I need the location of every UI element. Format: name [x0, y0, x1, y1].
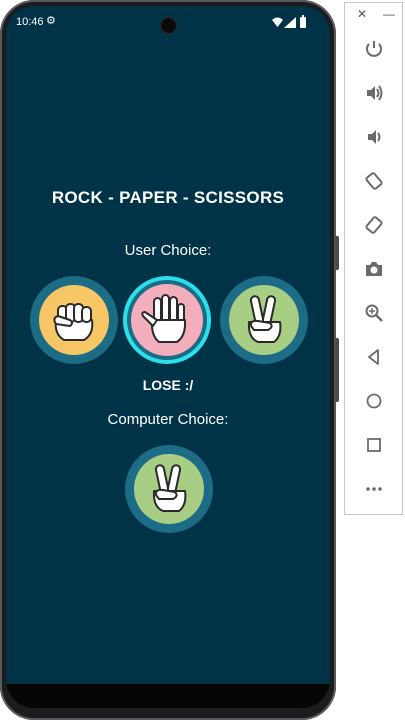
rock-button[interactable]	[30, 276, 118, 364]
back-icon[interactable]	[362, 345, 386, 369]
volume-up-icon[interactable]	[362, 81, 386, 105]
rock-background	[39, 285, 109, 355]
camera-icon[interactable]	[362, 257, 386, 281]
zoom-icon[interactable]	[362, 301, 386, 325]
phone-screen: 10:46 ⚙ ROCK - PAPER - SCISSORS User Cho…	[6, 6, 330, 708]
computer-choice-display	[125, 445, 213, 533]
emulator-toolbar: ✕ —	[344, 2, 403, 515]
computer-choice-label: Computer Choice:	[107, 411, 229, 428]
settings-gear-icon: ⚙	[46, 15, 56, 27]
overview-icon[interactable]	[362, 433, 386, 457]
status-time: 10:46	[16, 16, 44, 28]
phone-side-button	[335, 338, 339, 402]
rotate-left-icon[interactable]	[362, 169, 386, 193]
open-hand-icon	[141, 294, 187, 343]
result-text: LOSE :/	[142, 377, 194, 393]
peace-hand-icon	[152, 464, 187, 512]
volume-down-icon[interactable]	[362, 125, 386, 149]
peace-hand-icon	[247, 295, 282, 343]
page-title: ROCK - PAPER - SCISSORS	[51, 188, 285, 207]
front-camera	[161, 18, 176, 33]
scissors-background	[229, 285, 299, 355]
wifi-icon	[272, 17, 283, 27]
rotate-right-icon[interactable]	[362, 213, 386, 237]
power-icon[interactable]	[362, 37, 386, 61]
battery-icon	[300, 15, 306, 28]
paper-button[interactable]	[123, 276, 211, 364]
phone-side-button	[335, 236, 339, 270]
more-icon[interactable]	[362, 477, 386, 501]
minimize-icon[interactable]: —	[383, 7, 395, 21]
signal-icon	[284, 17, 296, 28]
user-choice-label: User Choice:	[124, 242, 212, 259]
computer-choice-background	[134, 454, 204, 524]
bottom-bar	[6, 684, 330, 708]
fist-hand-icon	[53, 303, 94, 341]
paper-background	[131, 284, 203, 356]
scissors-button[interactable]	[220, 276, 308, 364]
close-icon[interactable]: ✕	[357, 7, 367, 21]
home-icon[interactable]	[362, 389, 386, 413]
